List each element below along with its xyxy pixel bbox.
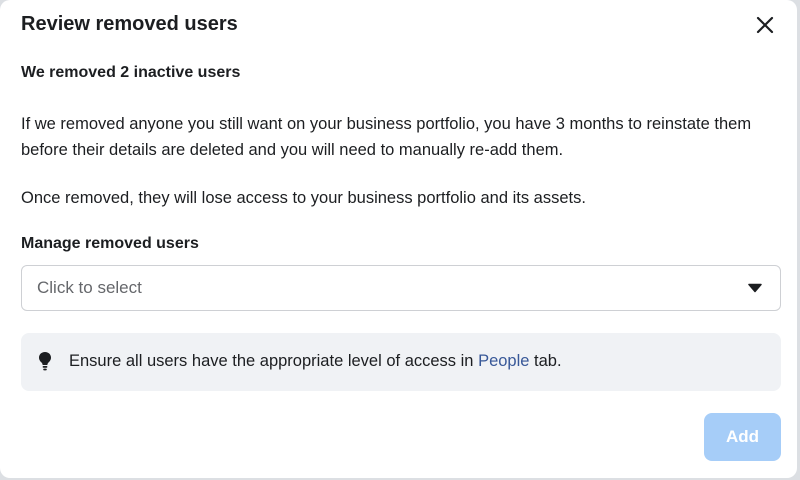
caret-down-icon — [748, 283, 762, 293]
access-notice-text: Ensure all users have the appropriate le… — [69, 352, 562, 371]
notice-text-before: Ensure all users have the appropriate le… — [69, 352, 479, 370]
access-info-text: Once removed, they will lose access to y… — [21, 189, 586, 207]
people-tab-link[interactable]: People — [478, 352, 529, 370]
select-placeholder: Click to select — [37, 278, 142, 297]
manage-removed-users-label: Manage removed users — [21, 235, 199, 252]
removed-users-summary: We removed 2 inactive users — [21, 64, 241, 81]
removed-users-select[interactable]: Click to select — [21, 265, 781, 311]
close-button[interactable] — [750, 10, 780, 40]
review-removed-users-dialog: Review removed users We removed 2 inacti… — [0, 0, 797, 478]
add-button[interactable]: Add — [704, 413, 781, 461]
access-notice-banner: Ensure all users have the appropriate le… — [21, 333, 781, 391]
lightbulb-icon — [39, 352, 51, 371]
reinstate-info-text: If we removed anyone you still want on y… — [21, 115, 752, 159]
dialog-title: Review removed users — [21, 13, 238, 35]
notice-text-after: tab. — [529, 352, 562, 370]
close-icon — [756, 16, 774, 34]
